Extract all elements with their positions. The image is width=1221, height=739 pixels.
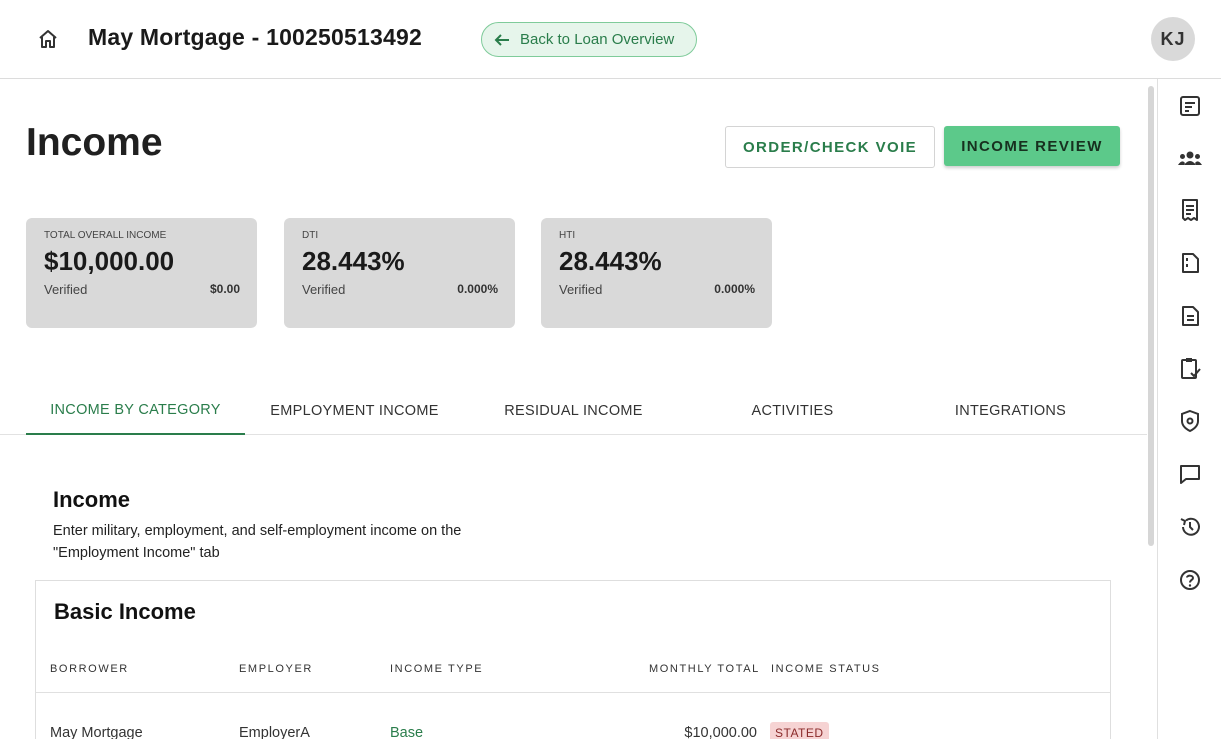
card-verified-value: 0.000% [457,282,498,296]
cell-monthly-total: $10,000.00 [684,725,757,739]
main-scrollbar[interactable] [1148,86,1154,546]
column-header-borrower: BORROWER [50,663,129,675]
card-value: 28.443% [302,246,405,276]
receipt-icon[interactable] [1177,197,1203,223]
order-check-voie-button[interactable]: ORDER/CHECK VOIE [725,126,935,168]
shield-icon[interactable] [1177,408,1203,434]
summary-icon[interactable] [1177,93,1203,119]
basic-income-panel: Basic Income BORROWER EMPLOYER INCOME TY… [35,580,1111,739]
tab-income-by-category[interactable]: INCOME BY CATEGORY [26,386,245,435]
column-header-income-status: INCOME STATUS [771,663,881,675]
top-bar: May Mortgage - 100250513492 Back to Loan… [0,0,1221,79]
card-label: DTI [302,230,319,241]
user-avatar[interactable]: KJ [1151,17,1195,61]
clipboard-check-icon[interactable] [1177,355,1203,381]
income-tabs: INCOME BY CATEGORY EMPLOYMENT INCOME RES… [0,386,1147,435]
tab-integrations[interactable]: INTEGRATIONS [901,386,1120,435]
borrowers-icon[interactable] [1177,145,1203,171]
loan-title: May Mortgage - 100250513492 [88,24,422,50]
card-value: 28.443% [559,246,662,276]
tab-employment-income[interactable]: EMPLOYMENT INCOME [245,386,464,435]
card-label: HTI [559,230,576,241]
arrow-left-icon [494,33,510,47]
history-icon[interactable] [1177,514,1203,540]
column-header-monthly-total: MONTHLY TOTAL [649,663,760,675]
tab-residual-income[interactable]: RESIDUAL INCOME [464,386,683,435]
card-value: $10,000.00 [44,246,175,276]
home-icon[interactable] [34,26,62,52]
panel-title: Basic Income [54,599,196,624]
help-icon[interactable] [1177,567,1203,593]
total-income-card: TOTAL OVERALL INCOME $10,000.00 Verified… [26,218,257,328]
chat-icon[interactable] [1177,461,1203,487]
card-label: TOTAL OVERALL INCOME [44,230,167,241]
card-verified-value: $0.00 [209,282,240,296]
card-verified-label: Verified [302,282,346,297]
hti-card: HTI 28.443% Verified 0.000% [541,218,772,328]
income-review-button[interactable]: INCOME REVIEW [944,126,1120,166]
status-badge: STATED [770,722,829,739]
column-header-income-type: INCOME TYPE [390,663,484,675]
card-verified-value: 0.000% [714,282,755,296]
card-verified-label: Verified [559,282,603,297]
back-button-label: Back to Loan Overview [520,31,675,48]
cell-income-type-link[interactable]: Base [390,725,423,739]
back-to-loan-overview-button[interactable]: Back to Loan Overview [481,22,697,57]
column-header-employer: EMPLOYER [239,663,313,675]
file-text-icon[interactable] [1177,303,1203,329]
right-rail [1157,79,1221,739]
section-title: Income [53,487,131,512]
card-verified-label: Verified [44,282,88,297]
tab-activities[interactable]: ACTIVITIES [683,386,902,435]
dti-card: DTI 28.443% Verified 0.000% [284,218,515,328]
document-icon[interactable] [1177,250,1203,276]
cell-employer: EmployerA [239,725,310,739]
section-description: Enter military, employment, and self-emp… [53,523,462,561]
cell-borrower: May Mortgage [50,725,143,739]
page-title: Income [26,121,163,164]
header-divider [36,692,1110,693]
